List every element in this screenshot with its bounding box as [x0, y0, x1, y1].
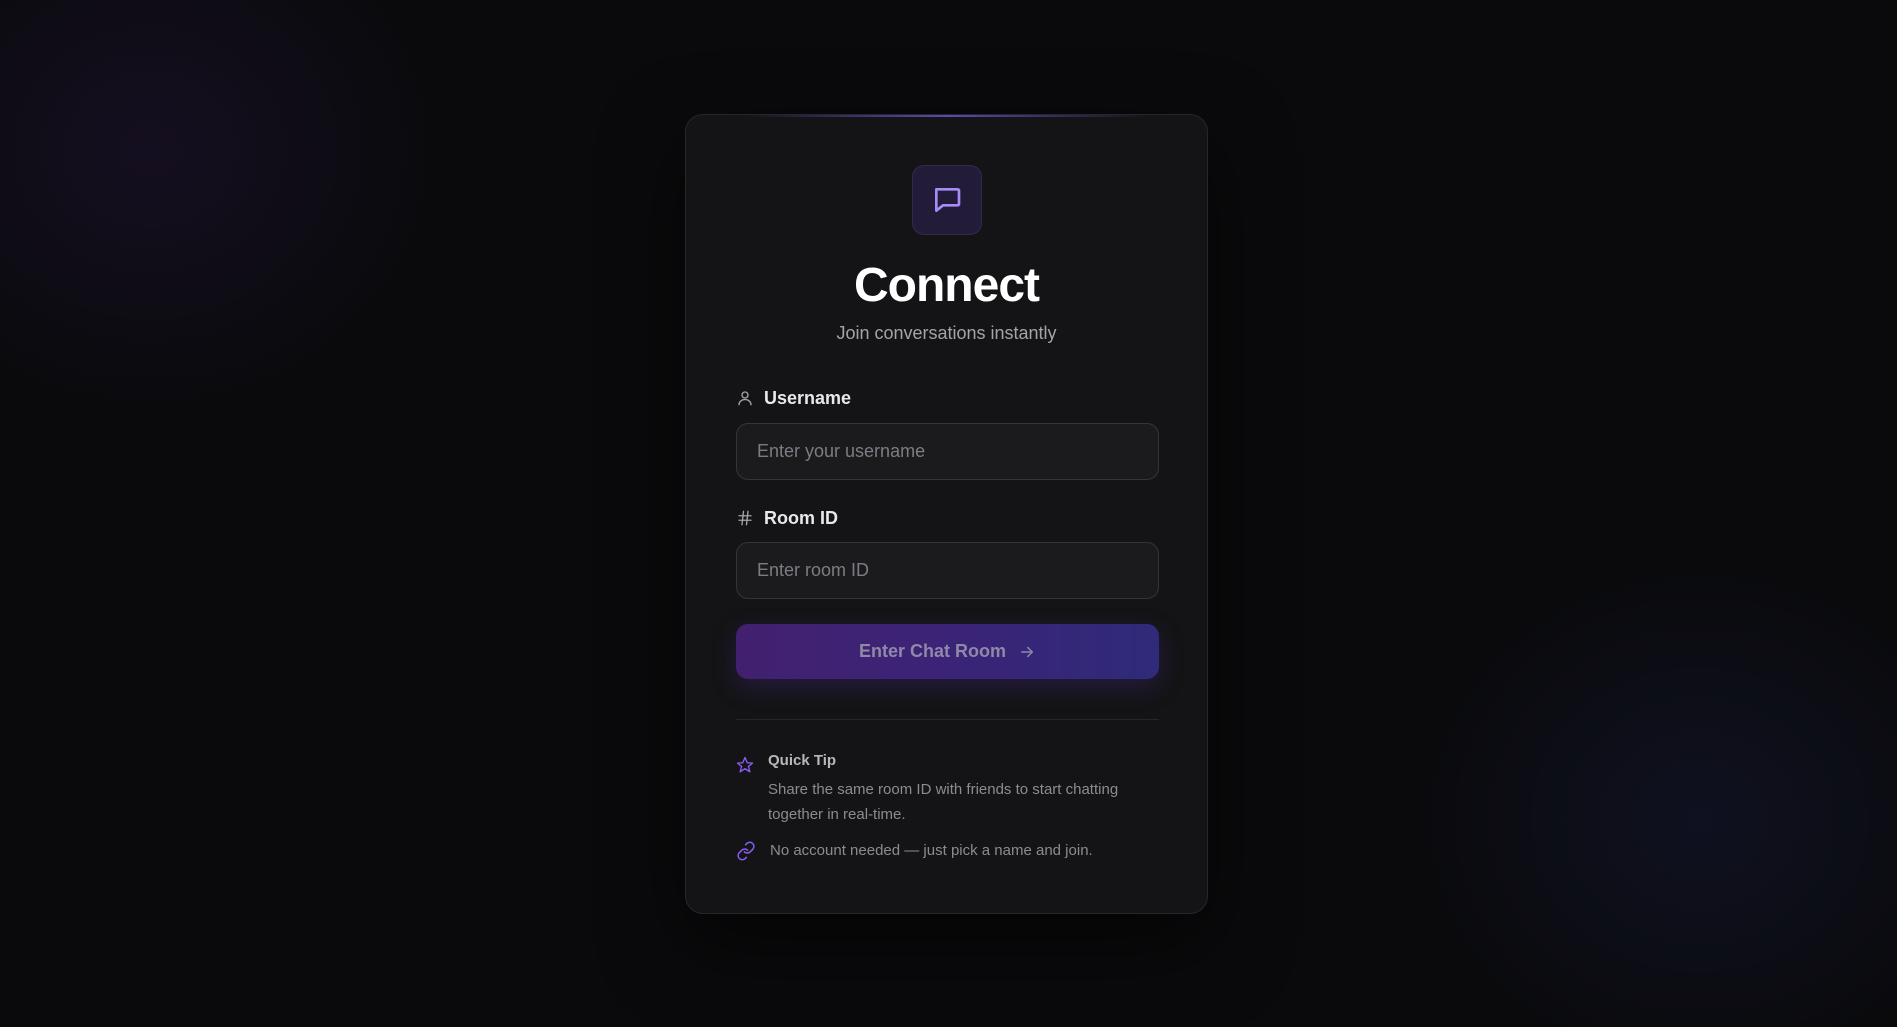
enter-chat-room-label: Enter Chat Room	[858, 641, 1006, 661]
quick-tip: Quick Tip Share the same room ID with fr…	[736, 751, 1159, 827]
hash-icon	[738, 510, 752, 526]
quick-tip-body: Share the same room ID with friends to s…	[768, 781, 1119, 823]
login-card: Connect Join conversations instantly Use…	[685, 114, 1208, 914]
room-id-input[interactable]	[736, 542, 1159, 599]
link-icon	[737, 841, 755, 861]
divider	[736, 719, 1159, 720]
user-icon	[738, 391, 752, 406]
logo-badge	[912, 165, 982, 235]
no-account-note: No account needed — just pick a name and…	[736, 841, 1159, 861]
star-icon	[736, 756, 754, 773]
enter-chat-room-button[interactable]: Enter Chat Room	[736, 624, 1159, 679]
no-account-note-text: No account needed — just pick a name and…	[770, 842, 1093, 859]
page-subtitle: Join conversations instantly	[836, 323, 1057, 343]
room-id-label-text: Room ID	[764, 508, 838, 528]
room-id-label: Room ID	[736, 506, 838, 530]
username-label-text: Username	[764, 388, 852, 408]
username-input[interactable]	[736, 423, 1159, 480]
username-label: Username	[736, 386, 851, 410]
page-title: Connect	[854, 259, 1040, 312]
chat-bubble-icon	[935, 188, 961, 212]
arrow-right-icon	[1021, 646, 1033, 657]
quick-tip-content: Quick Tip Share the same room ID with fr…	[768, 751, 1159, 827]
card-accent-line	[746, 115, 1147, 117]
quick-tip-title: Quick Tip	[768, 752, 837, 769]
